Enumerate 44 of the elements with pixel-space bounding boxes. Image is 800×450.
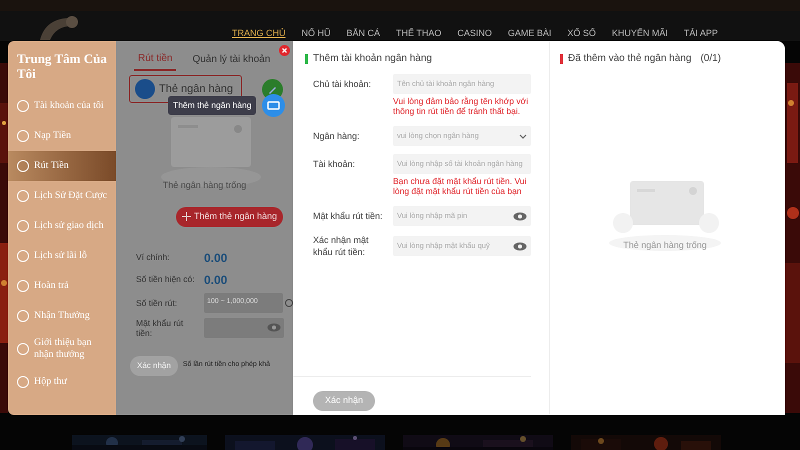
nav-link[interactable]: TRANG CHỦ bbox=[232, 26, 286, 40]
balance-value: 0.00 bbox=[204, 250, 228, 266]
sidebar-item[interactable]: Nhận Thưởng bbox=[8, 301, 116, 331]
sidebar-item[interactable]: Lịch sử giao dịch bbox=[8, 211, 116, 241]
sidebar-item[interactable]: Tài khoản của tôi bbox=[8, 91, 116, 121]
balance-label: Số tiền hiện có: bbox=[136, 273, 196, 286]
field-label: Ngân hàng: bbox=[313, 130, 361, 142]
nav-link[interactable]: CASINO bbox=[457, 26, 492, 40]
add-card-button[interactable]: Thêm thẻ ngân hàng bbox=[176, 206, 284, 226]
sidebar-item[interactable]: Rút Tiền bbox=[8, 151, 116, 181]
empty-text: Thẻ ngân hàng trống bbox=[162, 179, 248, 192]
sidebar-item[interactable]: Nạp Tiền bbox=[8, 121, 116, 151]
field-label: Tài khoản: bbox=[313, 158, 356, 170]
balance-label: Ví chính: bbox=[136, 251, 171, 264]
sidebar-item[interactable]: Hộp thư bbox=[8, 367, 116, 397]
empty-text: Thẻ ngân hàng trống bbox=[622, 239, 708, 252]
nav-link[interactable]: KHUYẾN MÃI bbox=[612, 26, 668, 40]
tooltip: Thêm thẻ ngân hàng bbox=[168, 96, 256, 115]
nav-link[interactable]: THỂ THAO bbox=[396, 26, 442, 40]
tab[interactable]: Rút tiền bbox=[134, 47, 176, 71]
field-label: Mật khẩu rút tiền: bbox=[313, 210, 384, 222]
warning-text: Vui lòng đảm bảo rằng tên khớp với thông tin rút tiền để tránh thất bại. bbox=[393, 96, 530, 116]
tab[interactable]: Quản lý tài khoản bbox=[192, 47, 270, 71]
nav-link[interactable]: GAME BÀI bbox=[508, 26, 552, 40]
section-title: Đã thêm vào thẻ ngân hàng bbox=[568, 52, 692, 66]
card-count: (0/1) bbox=[700, 52, 721, 66]
sidebar-item[interactable]: Lịch Sử Đặt Cược bbox=[8, 181, 116, 211]
field-label: Chủ tài khoản: bbox=[313, 78, 372, 90]
warning-text: Bạn chưa đặt mật khẩu rút tiền. Vui lòng đặt mật khẩu rút tiền của bạn bbox=[393, 176, 528, 196]
confirm-button[interactable]: Xác nhận bbox=[130, 356, 178, 376]
field-label: Số tiền rút: bbox=[136, 298, 178, 308]
field-label: Xác nhận mật khẩu rút tiền: bbox=[313, 234, 370, 258]
confirm-button[interactable]: Xác nhận bbox=[313, 390, 376, 411]
sidebar-item[interactable]: Lịch sử lãi lỗ bbox=[8, 241, 116, 271]
sidebar-item[interactable]: Giới thiệu bạn nhận thưởng bbox=[8, 331, 116, 367]
nav-link[interactable]: BẮN CÁ bbox=[346, 26, 380, 40]
section-title: Thêm tài khoản ngân hàng bbox=[313, 52, 432, 66]
sidebar-item[interactable]: Hoàn trả bbox=[8, 271, 116, 301]
sidebar-title: Trung Tâm Của Tôi bbox=[16, 51, 108, 81]
balance-value: 0.00 bbox=[204, 272, 228, 288]
nav-link[interactable]: XỔ SỐ bbox=[567, 26, 596, 40]
field-label: Mật khẩu rút tiền: bbox=[136, 318, 184, 338]
nav-link[interactable]: NỔ HŨ bbox=[302, 26, 330, 40]
nav-link[interactable]: TẢI APP bbox=[684, 26, 718, 40]
